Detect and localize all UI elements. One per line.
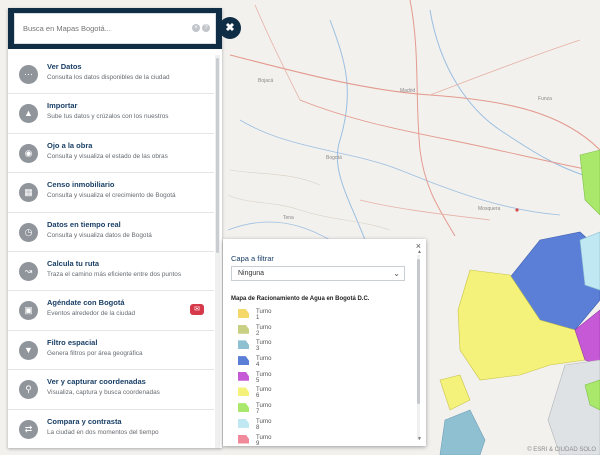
layer-filter-panel: × Capa a filtrar Ninguna ⌄ Mapa de Racio…	[223, 239, 426, 446]
legend-swatch	[238, 434, 249, 444]
chevron-down-icon: ⌄	[393, 269, 400, 278]
menu-item-title: Importar	[47, 101, 78, 111]
legend-swatch	[238, 371, 249, 381]
legend-item-label: Turno 6	[256, 387, 272, 400]
legend-swatch	[238, 324, 249, 334]
legend-swatch	[238, 356, 249, 366]
legend-item-label: Turno 4	[256, 356, 272, 369]
menu-item-description: Traza el camino más eficiente entre dos …	[47, 270, 182, 278]
menu-item-description: Consulta y visualiza el crecimiento de B…	[47, 192, 176, 200]
menu-item[interactable]: ▼ Filtro espacial Genera filtros por área …	[8, 331, 214, 371]
menu-item[interactable]: ▦ Censo inmobiliario Consulta y visualiza …	[8, 173, 214, 213]
eye-icon: ◉	[19, 143, 38, 163]
menu-item[interactable]: ◷ Datos en tiempo real Consulta y visualiz…	[8, 213, 214, 252]
route-icon: ↝	[19, 261, 38, 281]
search-actions: × ?	[192, 24, 210, 32]
menu-item-description: Genera filtros por área geográfica	[47, 349, 143, 357]
mail-icon[interactable]: ✉	[190, 304, 204, 316]
building-icon: ▦	[19, 183, 38, 203]
menu-item[interactable]: ▣ Agéndate con Bogotá Eventos alrededor de…	[8, 291, 214, 331]
menu-item-description: Consulta y visualiza el estado de las ob…	[47, 152, 168, 160]
clock-icon: ◷	[19, 222, 38, 242]
map-place-label: Tena	[283, 215, 294, 221]
search-input[interactable]	[14, 13, 216, 44]
legend-swatch	[238, 387, 249, 397]
search-bar: × ?	[8, 8, 222, 49]
filter-icon: ▼	[19, 340, 38, 360]
filter-title: Capa a filtrar	[231, 254, 274, 263]
legend-swatch	[238, 403, 249, 413]
legend-item-label: Turno 2	[256, 324, 272, 337]
legend-item-label: Turno 7	[256, 403, 272, 416]
legend-swatch	[238, 309, 249, 318]
menu-item-description: Visualiza, captura y busca coordenadas	[47, 389, 160, 397]
upload-icon: ▲	[19, 104, 38, 124]
menu-item[interactable]: ↝ Calcula tu ruta Traza el camino más efic…	[8, 252, 214, 292]
layer-select-value: Ninguna	[238, 270, 265, 277]
menu-item-title: Filtro espacial	[47, 337, 98, 347]
legend-swatch	[238, 418, 249, 428]
location-pin-icon: ⚲	[19, 380, 38, 400]
menu-item-description: Eventos alrededor de la ciudad	[47, 310, 136, 318]
legend-item-label: Turno 5	[256, 371, 272, 384]
menu-item-title: Compara y contrasta	[47, 416, 122, 426]
close-sidebar-button[interactable]: ✖	[219, 17, 241, 39]
help-icon[interactable]: ?	[202, 24, 210, 32]
legend-title: Mapa de Racionamiento de Agua en Bogotá …	[231, 296, 370, 302]
menu-list: ⋯ Ver Datos Consulta los datos disponibles…	[8, 55, 214, 448]
layer-select[interactable]: Ninguna ⌄	[231, 266, 405, 281]
calendar-icon: ▣	[19, 301, 38, 321]
dots-icon: ⋯	[19, 65, 38, 84]
menu-item[interactable]: ⇄ Compara y contrasta La ciudad en dos mom…	[8, 410, 214, 448]
menu-item[interactable]: ◉ Ojo a la obra Consulta y visualiza el es…	[8, 134, 214, 174]
menu-item[interactable]: ▲ Importar Sube tus datos y crúzalos con l…	[8, 94, 214, 134]
legend-item-label: Turno 3	[256, 340, 272, 353]
compare-icon: ⇄	[19, 419, 38, 439]
legend-scrollbar-thumb[interactable]	[417, 259, 420, 404]
map-place-label: Mosquera	[478, 206, 501, 212]
menu-item-title: Censo inmobiliario	[47, 180, 115, 190]
menu-item[interactable]: ⚲ Ver y capturar coordenadas Visualiza, ca…	[8, 370, 214, 410]
menu-item-title: Ojo a la obra	[47, 140, 93, 150]
menu-item-description: Consulta y visualiza datos de Bogotá	[47, 231, 152, 239]
menu-item[interactable]: ⋯ Ver Datos Consulta los datos disponibles…	[8, 55, 214, 95]
menu-item-title: Ver y capturar coordenadas	[47, 377, 146, 387]
sidebar-scrollbar-thumb[interactable]	[216, 58, 219, 253]
map-place-label: Bojacá	[258, 78, 274, 84]
map-place-label: Madrid	[400, 88, 416, 94]
menu-item-title: Calcula tu ruta	[47, 258, 100, 268]
menu-item-description: Consulta los datos disponibles de la ciu…	[47, 74, 170, 81]
menu-item-description: La ciudad en dos momentos del tiempo	[47, 428, 159, 436]
menu-item-title: Agéndate con Bogotá	[47, 298, 125, 308]
menu-item-title: Datos en tiempo real	[47, 219, 121, 229]
legend-item-label: Turno 1	[256, 309, 272, 321]
clear-icon[interactable]: ×	[192, 24, 200, 32]
sidebar: × ? ⋯ Ver Datos Consulta los datos disponi…	[8, 8, 222, 448]
menu-item-description: Sube tus datos y crúzalos con los nuestr…	[47, 113, 169, 121]
legend-swatch	[238, 340, 249, 350]
map-place-label: Funza	[538, 96, 552, 102]
map-attribution: © ESRI & CIUDAD SOLO	[527, 447, 596, 453]
scroll-down-icon[interactable]: ▼	[417, 436, 422, 442]
map-place-label: Bogotá	[326, 155, 342, 161]
legend-item-label: Turno 9	[256, 434, 272, 447]
legend-item-label: Turno 8	[256, 418, 272, 431]
menu-item-title: Ver Datos	[47, 62, 82, 71]
